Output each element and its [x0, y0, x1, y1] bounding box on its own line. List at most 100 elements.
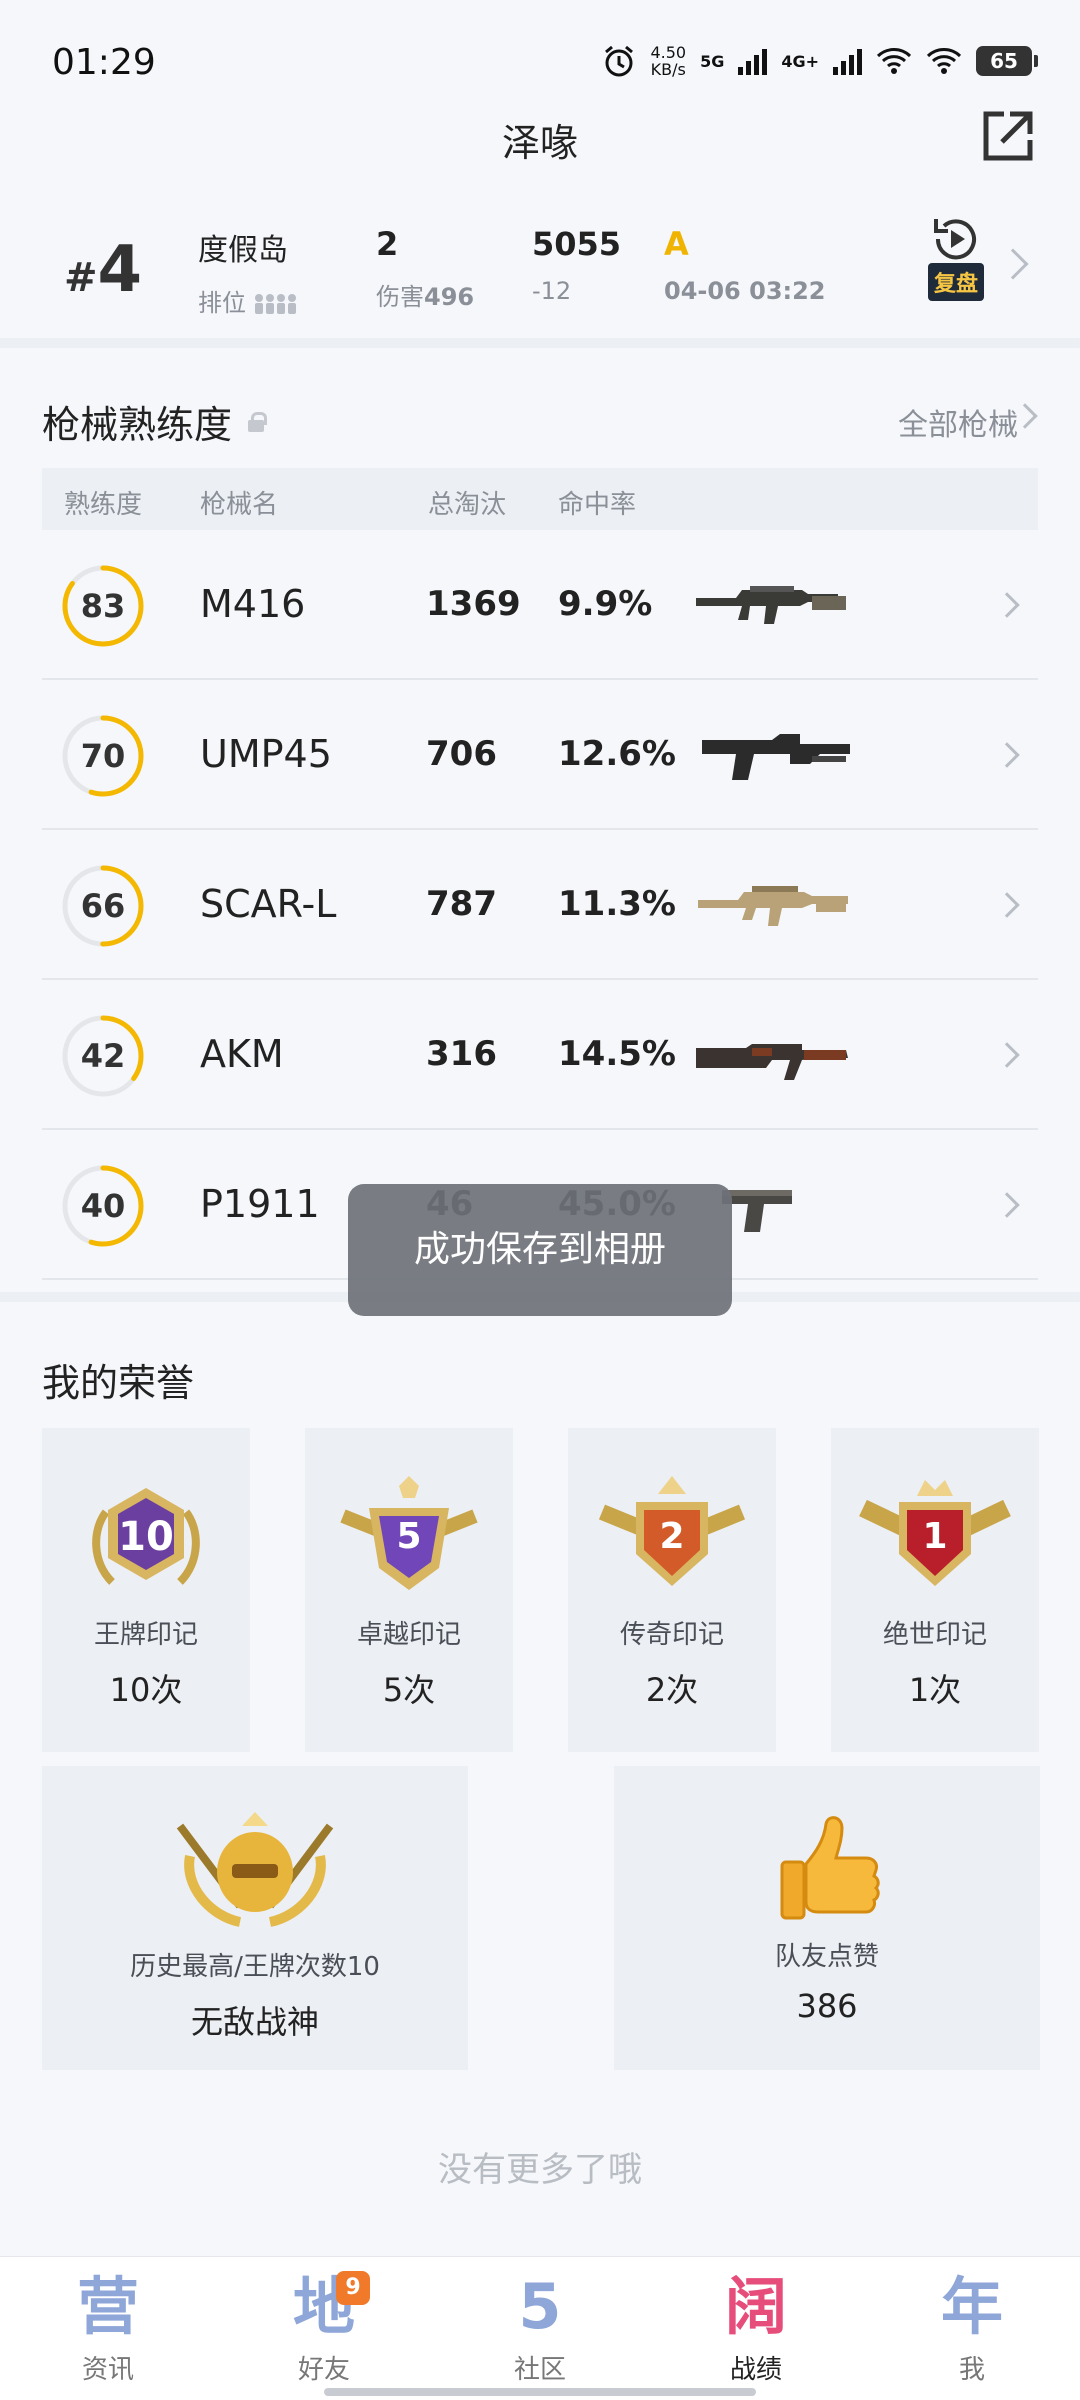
alarm-icon — [605, 45, 634, 77]
mode-label: 排位 — [198, 289, 246, 317]
signal-icon-2 — [833, 47, 862, 75]
honor-card-likes[interactable]: 队友点赞 386 — [614, 1766, 1040, 2070]
gun-row[interactable]: 70 UMP45 706 12.6% — [42, 680, 1038, 830]
header-name: 枪械名 — [200, 490, 279, 520]
status-bar: 01:29 4.50 KB/s 5G 4G+ 65 — [0, 0, 1080, 100]
nav-news[interactable]: 营 资讯 — [38, 2267, 178, 2386]
match-kills: 2 — [376, 225, 399, 263]
bottom-nav: 营 资讯 地 9 好友 5 社区 阔 战绩 年 我 — [0, 2256, 1080, 2400]
honor-label: 绝世印记 — [882, 1620, 987, 1650]
honor-card-history[interactable]: 历史最高/王牌次数10 无敌战神 — [42, 1766, 468, 2070]
legend-badge-text: 2 — [659, 1516, 684, 1557]
score-col: 5055 -12 — [532, 225, 621, 305]
damage-value: 496 — [424, 283, 475, 311]
gun-accuracy: 14.5% — [558, 1034, 676, 1074]
proficiency-level: 40 — [80, 1187, 126, 1225]
chevron-right-icon — [994, 1192, 1020, 1218]
gun-name: AKM — [200, 1032, 284, 1076]
nav-friends[interactable]: 地 9 好友 — [254, 2267, 394, 2386]
gun-kills: 316 — [426, 1034, 497, 1074]
match-summary[interactable]: #4 度假岛 排位 2 伤害496 5055 -12 A 04-06 03:22… — [0, 185, 1080, 335]
war-god-badge-icon — [176, 1812, 334, 1927]
m416-rifle-icon — [696, 586, 846, 624]
gun-row[interactable]: 66 SCAR-L 787 11.3% — [42, 830, 1038, 980]
wifi-icon-2 — [926, 48, 962, 74]
nav-label: 好友 — [297, 2355, 350, 2385]
thumbs-up-icon — [780, 1816, 880, 1920]
nav-label: 资讯 — [81, 2355, 134, 2385]
honor-label: 传奇印记 — [619, 1620, 724, 1650]
honor-card-ace[interactable]: 10 王牌印记 10次 — [42, 1428, 250, 1752]
honor-count: 1次 — [908, 1671, 962, 1709]
header-kills: 总淘汰 — [428, 490, 507, 520]
share-icon[interactable] — [980, 108, 1036, 164]
score-change: -12 — [532, 277, 572, 305]
gun-row[interactable]: 83 M416 1369 9.9% — [42, 530, 1038, 680]
honor-label: 卓越印记 — [356, 1620, 461, 1650]
replay-icon — [934, 219, 976, 260]
header-proficiency: 熟练度 — [64, 490, 143, 520]
nav-me[interactable]: 年 我 — [902, 2267, 1042, 2386]
gun-title-text: 枪械熟练度 — [42, 403, 233, 447]
gun-kills: 1369 — [426, 584, 521, 624]
ace-badge-text: 10 — [118, 1514, 174, 1560]
nav-label: 我 — [958, 2355, 985, 2385]
chevron-right-icon — [994, 742, 1020, 768]
akm-rifle-icon — [696, 1044, 848, 1080]
nav-record[interactable]: 阔 战绩 — [686, 2267, 826, 2386]
chevron-right-icon — [997, 248, 1029, 280]
network-speed: 4.50 KB/s — [650, 44, 686, 78]
proficiency-level: 42 — [80, 1037, 126, 1075]
page-title: 泽喙 — [501, 121, 578, 165]
ace-badge-icon: 10 — [92, 1488, 200, 1585]
honor-card-excellence[interactable]: 5 卓越印记 5次 — [305, 1428, 513, 1752]
lock-icon — [248, 412, 268, 432]
net-type-4g: 4G+ — [781, 51, 819, 71]
gun-kills: 706 — [426, 734, 497, 774]
ump45-smg-icon — [702, 734, 850, 780]
map-col: 度假岛 排位 — [198, 225, 298, 318]
kills-col: 2 伤害496 — [376, 225, 474, 312]
speed-unit: KB/s — [650, 60, 686, 79]
nav-community[interactable]: 5 社区 — [470, 2267, 610, 2386]
excellence-badge-icon: 5 — [340, 1476, 478, 1590]
map-name: 度假岛 — [198, 233, 288, 268]
gun-accuracy: 12.6% — [558, 734, 676, 774]
match-datetime: 04-06 03:22 — [664, 277, 826, 305]
proficiency-level: 66 — [80, 887, 126, 925]
friends-icon: 地 — [292, 2270, 355, 2343]
home-indicator[interactable] — [324, 2388, 756, 2396]
proficiency-level: 70 — [80, 737, 126, 775]
speed-value: 4.50 — [650, 43, 687, 62]
battery-icon: 65 — [976, 46, 1038, 76]
supreme-badge-icon: 1 — [859, 1480, 1011, 1586]
history-value: 无敌战神 — [190, 2003, 319, 2041]
grade-col: A 04-06 03:22 — [664, 225, 826, 305]
gun-name: M416 — [200, 582, 306, 626]
no-more-text: 没有更多了哦 — [438, 2150, 642, 2190]
legend-badge-icon: 2 — [598, 1476, 746, 1586]
honors-title: 我的荣誉 — [42, 1361, 195, 1405]
likes-value: 386 — [796, 1987, 858, 2025]
toast-message: 成功保存到相册 — [348, 1184, 732, 1316]
honor-label: 王牌印记 — [93, 1620, 198, 1650]
damage-line: 伤害496 — [376, 277, 474, 312]
replay-label: 复盘 — [927, 263, 984, 301]
honor-card-legend[interactable]: 2 传奇印记 2次 — [568, 1428, 776, 1752]
all-guns-link[interactable]: 全部枪械 — [898, 400, 1018, 444]
match-score: 5055 — [532, 225, 622, 263]
excellence-badge-text: 5 — [396, 1516, 421, 1557]
likes-label: 队友点赞 — [774, 1942, 879, 1972]
nav-label: 社区 — [513, 2355, 566, 2385]
gun-kills: 787 — [426, 884, 497, 924]
squad-icon — [254, 294, 296, 314]
header-accuracy: 命中率 — [558, 490, 637, 520]
replay-button[interactable]: 复盘 — [920, 213, 992, 301]
chevron-right-icon — [994, 592, 1020, 618]
net-type-5g: 5G — [700, 51, 725, 71]
nav-label: 战绩 — [729, 2355, 782, 2385]
gun-row[interactable]: 42 AKM 316 14.5% — [42, 980, 1038, 1130]
community-icon: 5 — [518, 2270, 562, 2343]
honor-card-supreme[interactable]: 1 绝世印记 1次 — [831, 1428, 1039, 1752]
match-grade: A — [664, 225, 689, 263]
